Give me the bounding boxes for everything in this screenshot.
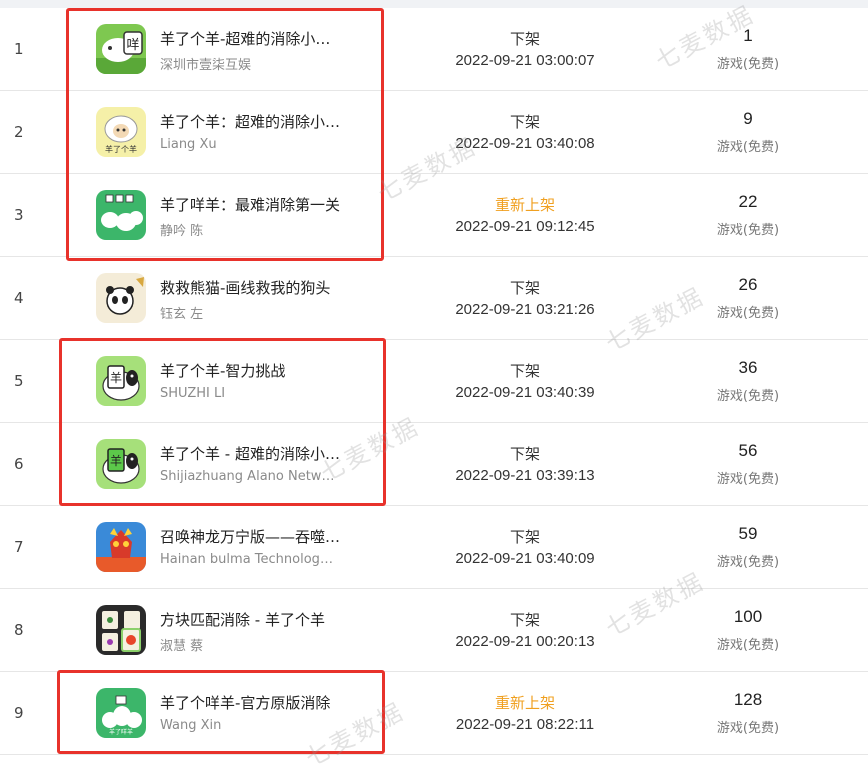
- rank-count: 128: [733, 690, 763, 709]
- timestamp: 2022-09-21 09:12:45: [455, 218, 595, 235]
- rank: 9: [14, 704, 24, 722]
- top-band: [0, 0, 868, 8]
- app-table: 1 咩 羊了个羊-超难的消除小游戏 深圳市壹柒互娱 下架 2022-09-21 …: [0, 8, 868, 755]
- category-price: 游戏(免费): [716, 223, 780, 238]
- category-price: 游戏(免费): [716, 721, 780, 736]
- svg-text:羊: 羊: [110, 453, 122, 468]
- app-name[interactable]: 羊了咩羊：最难消除第一关: [160, 194, 345, 215]
- table-row[interactable]: 8 方块匹配消除 - 羊了个羊 淑慧 蔡 下架 2022-09-21 00:20…: [0, 589, 868, 672]
- category-price: 游戏(免费): [716, 389, 780, 404]
- rank: 6: [14, 455, 24, 473]
- table-row[interactable]: 2 羊了个羊 羊了个羊：超难的消除小游戏 Liang Xu 下架 2022-09…: [0, 91, 868, 174]
- status-label: 下架: [509, 30, 540, 48]
- svg-text:羊: 羊: [110, 370, 122, 385]
- rank: 3: [14, 206, 24, 224]
- rank-count: 36: [738, 358, 758, 377]
- status-label: 重新上架: [494, 196, 555, 214]
- status-label: 重新上架: [494, 694, 555, 712]
- rank: 4: [14, 289, 24, 307]
- developer-name: Hainan bulma Technology Co., Ltd.: [160, 552, 338, 567]
- dragon-icon[interactable]: [96, 522, 146, 572]
- app-name[interactable]: 羊了个羊：超难的消除小游戏: [160, 111, 345, 132]
- status-label: 下架: [509, 611, 540, 629]
- rank: 8: [14, 621, 24, 639]
- category-price: 游戏(免费): [716, 140, 780, 155]
- table-row[interactable]: 7 召唤神龙万宁版——吞噬进化 Hainan bulma Technology …: [0, 506, 868, 589]
- rank-count: 56: [738, 441, 758, 460]
- status-label: 下架: [509, 528, 540, 546]
- category-price: 游戏(免费): [716, 306, 780, 321]
- rank-count: 100: [733, 607, 763, 626]
- developer-name: 深圳市壹柒互娱: [160, 58, 252, 73]
- sheep-tile-green-icon[interactable]: 羊: [96, 439, 146, 489]
- status-label: 下架: [509, 279, 540, 297]
- svg-text:咩: 咩: [126, 38, 139, 53]
- app-name[interactable]: 羊了个咩羊-官方原版消除: [160, 692, 345, 713]
- table-row[interactable]: 5 羊 羊了个羊-智力挑战 SHUZHI LI 下架 2022-09-21 03…: [0, 340, 868, 423]
- rank: 7: [14, 538, 24, 556]
- app-name[interactable]: 羊了个羊 - 超难的消除小游戏: [160, 443, 345, 464]
- app-name[interactable]: 召唤神龙万宁版——吞噬进化: [160, 526, 345, 547]
- rank-count: 22: [738, 192, 758, 211]
- sheep-cartoon-icon[interactable]: 羊了个羊: [96, 107, 146, 157]
- table-row[interactable]: 4 救救熊猫-画线救我的狗头 钰玄 左 下架 2022-09-21 03:21:…: [0, 257, 868, 340]
- mahjong-tile-icon[interactable]: [96, 605, 146, 655]
- sheep-green-icon[interactable]: 羊了咩羊: [96, 688, 146, 738]
- app-name[interactable]: 羊了个羊-智力挑战: [160, 360, 345, 381]
- panda-icon[interactable]: [96, 273, 146, 323]
- sheep-grass-icon[interactable]: 咩: [96, 24, 146, 74]
- table-row[interactable]: 6 羊 羊了个羊 - 超难的消除小游戏 Shijiazhuang Alano N…: [0, 423, 868, 506]
- table-row[interactable]: 1 咩 羊了个羊-超难的消除小游戏 深圳市壹柒互娱 下架 2022-09-21 …: [0, 8, 868, 91]
- status-label: 下架: [509, 113, 540, 131]
- rank: 2: [14, 123, 24, 141]
- developer-name: Shijiazhuang Alano Network Technology: [160, 469, 338, 484]
- sheep-flock-icon[interactable]: [96, 190, 146, 240]
- table-row[interactable]: 9 羊了咩羊 羊了个咩羊-官方原版消除 Wang Xin 重新上架 2022-0…: [0, 672, 868, 755]
- rank: 1: [14, 40, 24, 58]
- developer-name: 钰玄 左: [160, 307, 204, 322]
- timestamp: 2022-09-21 00:20:13: [455, 633, 595, 650]
- status-label: 下架: [509, 445, 540, 463]
- developer-name: 静吟 陈: [160, 224, 204, 239]
- rank-count: 1: [743, 26, 753, 45]
- timestamp: 2022-09-21 03:39:13: [455, 467, 595, 484]
- timestamp: 2022-09-21 03:00:07: [455, 52, 595, 69]
- category-price: 游戏(免费): [716, 472, 780, 487]
- svg-text:羊了咩羊: 羊了咩羊: [109, 728, 133, 736]
- developer-name: SHUZHI LI: [160, 386, 226, 401]
- developer-name: Liang Xu: [160, 137, 217, 152]
- rank-count: 9: [743, 109, 753, 128]
- rank-count: 59: [738, 524, 758, 543]
- sheep-tile-icon[interactable]: 羊: [96, 356, 146, 406]
- status-label: 下架: [509, 362, 540, 380]
- timestamp: 2022-09-21 03:40:08: [455, 135, 595, 152]
- timestamp: 2022-09-21 03:40:39: [455, 384, 595, 401]
- developer-name: Wang Xin: [160, 718, 222, 733]
- timestamp: 2022-09-21 08:22:11: [455, 716, 595, 733]
- rank-count: 26: [738, 275, 758, 294]
- svg-text:羊了个羊: 羊了个羊: [105, 144, 137, 154]
- app-name[interactable]: 救救熊猫-画线救我的狗头: [160, 277, 345, 298]
- rank: 5: [14, 372, 24, 390]
- developer-name: 淑慧 蔡: [160, 639, 204, 654]
- timestamp: 2022-09-21 03:21:26: [455, 301, 595, 318]
- timestamp: 2022-09-21 03:40:09: [455, 550, 595, 567]
- app-name[interactable]: 羊了个羊-超难的消除小游戏: [160, 28, 345, 49]
- app-name[interactable]: 方块匹配消除 - 羊了个羊: [160, 609, 345, 630]
- category-price: 游戏(免费): [716, 555, 780, 570]
- category-price: 游戏(免费): [716, 57, 780, 72]
- table-row[interactable]: 3 羊了咩羊：最难消除第一关 静吟 陈 重新上架 2022-09-21 09:1…: [0, 174, 868, 257]
- category-price: 游戏(免费): [716, 638, 780, 653]
